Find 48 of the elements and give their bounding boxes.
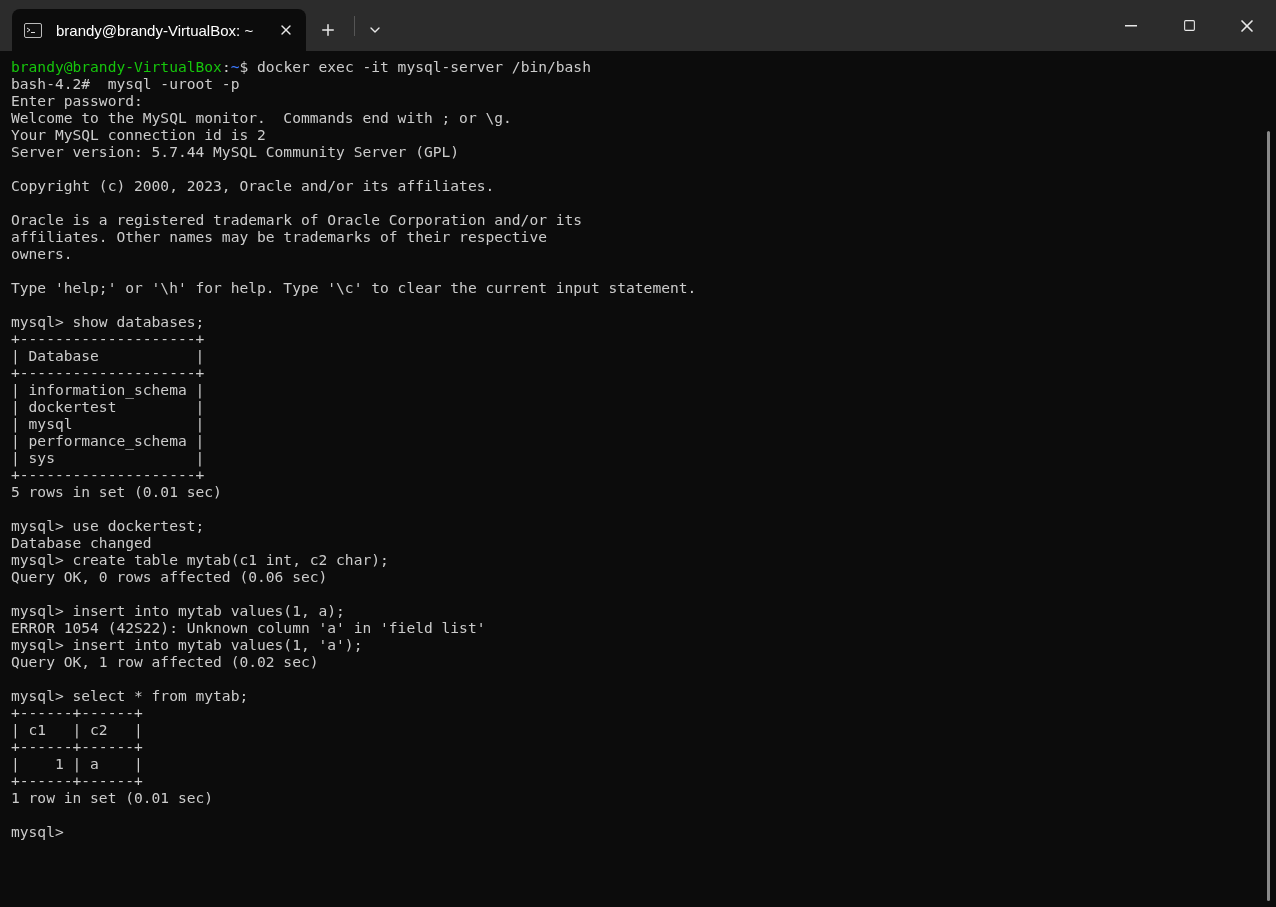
terminal-line: ERROR 1054 (42S22): Unknown column 'a' in 'field list' — [11, 619, 486, 636]
terminal-line: | 1 | a | — [11, 755, 143, 772]
terminal-line: +--------------------+ — [11, 330, 205, 347]
prompt-text: $ docker exec -it mysql-server /bin/bash — [239, 58, 591, 75]
terminal-line: +--------------------+ — [11, 364, 205, 381]
terminal-line: Welcome to the MySQL monitor. Commands end with ; or \g. — [11, 109, 512, 126]
terminal-line: mysql> show databases; — [11, 313, 205, 330]
prompt-text: brandy@brandy-VirtualBox — [11, 58, 222, 75]
terminal-line: | dockertest | — [11, 398, 205, 415]
plus-icon — [319, 21, 337, 39]
terminal-line: owners. — [11, 245, 73, 262]
terminal-line: mysql> — [11, 823, 64, 840]
prompt-text: ~ — [230, 58, 240, 75]
terminal-line: +------+------+ — [11, 738, 143, 755]
terminal-line: | mysql | — [11, 415, 205, 432]
terminal-line: | information_schema | — [11, 381, 205, 398]
terminal-icon — [24, 22, 42, 38]
terminal-line: Type 'help;' or '\h' for help. Type '\c' to clear the current input statement. — [11, 279, 697, 296]
terminal-line: Server version: 5.7.44 MySQL Community Server (GPL) — [11, 143, 460, 160]
terminal-tab[interactable]: brandy@brandy-VirtualBox: ~ — [12, 9, 306, 51]
terminal-line: Oracle is a registered trademark of Oracle Corporation and/or its — [11, 211, 583, 228]
terminal-line: 1 row in set (0.01 sec) — [11, 789, 214, 806]
terminal-line: mysql> insert into mytab values(1, 'a'); — [11, 636, 363, 653]
scrollbar[interactable] — [1267, 131, 1270, 901]
tab-title: brandy@brandy-VirtualBox: ~ — [56, 21, 255, 39]
terminal-line: affiliates. Other names may be trademarks of their respective — [11, 228, 547, 245]
terminal-line: | c1 | c2 | — [11, 721, 143, 738]
terminal-line: Query OK, 1 row affected (0.02 sec) — [11, 653, 319, 670]
terminal-line: +------+------+ — [11, 772, 143, 789]
terminal-line: mysql> use dockertest; — [11, 517, 205, 534]
terminal-line: Your MySQL connection id is 2 — [11, 126, 266, 143]
terminal-line: 5 rows in set (0.01 sec) — [11, 483, 222, 500]
maximize-icon — [1182, 19, 1196, 32]
terminal-line: bash-4.2# mysql -uroot -p — [11, 75, 240, 92]
terminal-line: +------+------+ — [11, 704, 143, 721]
terminal-line: mysql> insert into mytab values(1, a); — [11, 602, 345, 619]
prompt-text: : — [221, 58, 231, 75]
terminal-line: Enter password: — [11, 92, 143, 109]
terminal-line: | Database | — [11, 347, 205, 364]
terminal-line: +--------------------+ — [11, 466, 205, 483]
terminal-line: Database changed — [11, 534, 152, 551]
terminal-line: | sys | — [11, 449, 205, 466]
terminal-line: | performance_schema | — [11, 432, 205, 449]
minimize-icon — [1125, 24, 1137, 27]
terminal-line: mysql> create table mytab(c1 int, c2 char); — [11, 551, 389, 568]
terminal-line: Copyright (c) 2000, 2023, Oracle and/or its affiliates. — [11, 177, 495, 194]
terminal-line: mysql> select * from mytab; — [11, 687, 249, 704]
terminal-line: Query OK, 0 rows affected (0.06 sec) — [11, 568, 328, 585]
